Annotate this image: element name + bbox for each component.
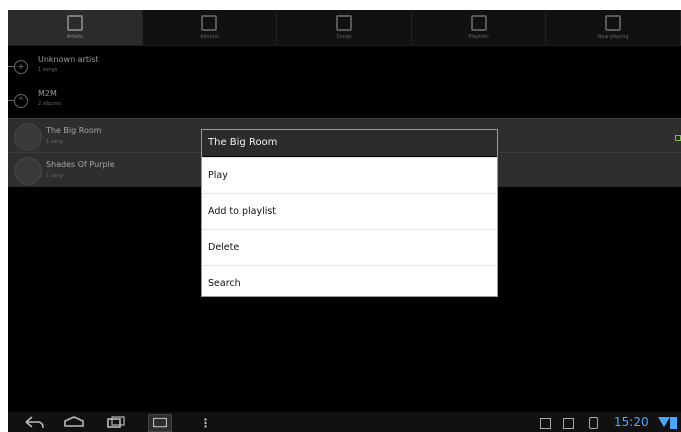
- tab-label: Now playing: [597, 34, 629, 40]
- tab-now-playing[interactable]: Now playing: [546, 10, 681, 45]
- tab-bar: Artists Albums Songs Playlists Now playi…: [8, 10, 681, 46]
- tab-label: Artists: [66, 34, 83, 40]
- expand-icon[interactable]: +: [14, 60, 28, 74]
- album-art-icon: [14, 157, 42, 185]
- overflow-menu-icon[interactable]: [204, 418, 207, 428]
- artist-row-unknown[interactable]: + Unknown artist 1 songs: [8, 50, 681, 84]
- wifi-icon: [658, 417, 670, 427]
- album-art-icon: [14, 123, 42, 151]
- tab-artists[interactable]: Artists: [8, 10, 143, 45]
- tab-label: Playlists: [468, 34, 489, 40]
- dialog-title: The Big Room: [202, 130, 497, 157]
- screenshot-icon[interactable]: [148, 414, 172, 432]
- album-subtitle: 1 song: [46, 173, 63, 179]
- song-icon: [335, 15, 352, 31]
- menu-item-delete[interactable]: Delete: [202, 229, 497, 265]
- tab-albums[interactable]: Albums: [143, 10, 278, 45]
- album-icon: [201, 15, 218, 31]
- now-playing-icon: [605, 15, 622, 31]
- tab-songs[interactable]: Songs: [277, 10, 412, 45]
- artist-title: Unknown artist: [38, 55, 99, 64]
- system-navigation-bar: 15:20: [8, 412, 681, 432]
- tab-label: Songs: [336, 34, 352, 40]
- status-clock: 15:20: [614, 415, 649, 429]
- back-icon[interactable]: [24, 416, 46, 428]
- album-title: The Big Room: [46, 126, 102, 135]
- artist-icon: [66, 15, 83, 31]
- artist-subtitle: 1 songs: [38, 67, 58, 73]
- menu-item-add-to-playlist[interactable]: Add to playlist: [202, 193, 497, 229]
- tab-playlists[interactable]: Playlists: [412, 10, 547, 45]
- collapse-icon[interactable]: ^: [14, 94, 28, 108]
- tab-label: Albums: [200, 34, 219, 40]
- notification-gallery-icon[interactable]: [563, 418, 574, 429]
- battery-icon: [670, 417, 677, 429]
- menu-item-search[interactable]: Search: [202, 265, 497, 301]
- tablet-screen: Artists Albums Songs Playlists Now playi…: [8, 10, 681, 432]
- selection-indicator-icon: [675, 135, 681, 141]
- menu-item-play[interactable]: Play: [202, 157, 497, 193]
- album-subtitle: 1 song: [46, 139, 63, 145]
- artist-subtitle: 2 albums: [38, 101, 62, 107]
- artist-title: M2M: [38, 89, 57, 98]
- recent-apps-icon[interactable]: [106, 416, 128, 428]
- album-title: Shades Of Purple: [46, 160, 115, 169]
- artist-row-m2m[interactable]: ^ M2M 2 albums: [8, 84, 681, 118]
- notification-image-icon[interactable]: [540, 418, 551, 429]
- context-menu-dialog: The Big Room Play Add to playlist Delete…: [202, 130, 497, 296]
- home-icon[interactable]: [63, 416, 85, 428]
- playlist-icon: [470, 15, 487, 31]
- sd-card-icon[interactable]: [589, 417, 598, 429]
